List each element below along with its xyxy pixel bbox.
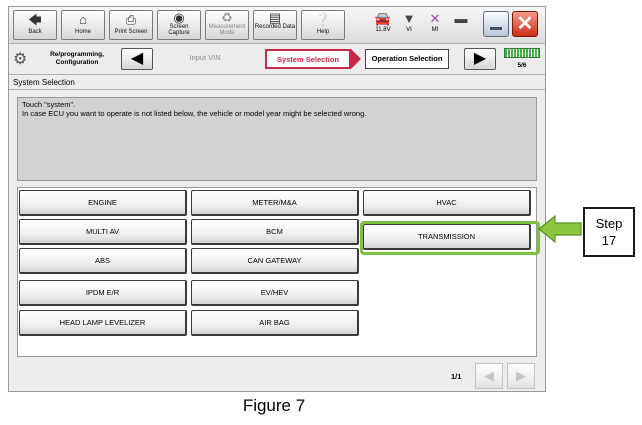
car-icon: 🚘 <box>374 11 392 26</box>
progress-bar <box>504 48 540 58</box>
recorded-data-icon: ▤ <box>268 10 282 25</box>
pager: 1/1 ◀ ▶ <box>445 363 545 391</box>
measurement-mode-button[interactable]: ♻ Measurement Mode <box>205 10 249 40</box>
divider <box>9 89 545 90</box>
breadcrumb: ⚙ Re/programming, Configuration ◀ Input … <box>9 44 545 75</box>
system-button-can-gateway[interactable]: CAN GATEWAY <box>191 248 359 274</box>
crumb-arrow <box>351 49 361 69</box>
recorded-data-label: Recorded Data <box>254 24 296 30</box>
screen-capture-button[interactable]: ◉ Screen Capture <box>157 10 201 40</box>
vi-status: ▼ VI <box>397 11 421 33</box>
system-button-ev-hev[interactable]: EV/HEV <box>191 280 359 306</box>
figure-caption: Figure 7 <box>242 396 306 415</box>
mi-status: ✕ MI <box>423 11 447 33</box>
print-screen-label: Print Screen <box>114 29 148 35</box>
system-button-bcm[interactable]: BCM <box>191 219 359 245</box>
mi-text: MI <box>431 27 439 33</box>
recorded-data-button[interactable]: ▤ Recorded Data <box>253 10 297 40</box>
page-count: 1/1 <box>451 372 462 381</box>
reprogramming-configuration-item[interactable]: ⚙ Re/programming, Configuration <box>11 47 117 71</box>
instruction-panel: Touch "system". In case ECU you want to … <box>17 97 537 181</box>
screen-title: System Selection <box>13 78 75 87</box>
crumb-operation-selection: Operation Selection <box>365 49 449 69</box>
system-button-abs[interactable]: ABS <box>19 248 187 274</box>
mi-disconnected-icon: ✕ <box>429 11 441 26</box>
next-step-button[interactable]: ▶ <box>464 48 496 70</box>
system-button-air-bag[interactable]: AIR BAG <box>191 310 359 336</box>
back-arrow-icon: 🡄 <box>28 12 42 27</box>
system-button-multi-av[interactable]: MULTI AV <box>19 219 187 245</box>
system-button-head-lamp-levelizer[interactable]: HEAD LAMP LEVELIZER <box>19 310 187 336</box>
help-label: Help <box>316 29 330 35</box>
help-button[interactable]: ❔ Help <box>301 10 345 40</box>
step-page-text: 5/6 <box>517 62 527 69</box>
print-screen-button[interactable]: ⎙ Print Screen <box>109 10 153 40</box>
voltage-text: 11.8V <box>375 27 391 33</box>
vi-text: VI <box>406 27 412 33</box>
toolbar: 🡄 Back ⌂ Home ⎙ Print Screen ◉ Screen Ca… <box>9 7 545 44</box>
measurement-icon: ♻ <box>221 10 233 25</box>
prev-page-button[interactable]: ◀ <box>475 363 503 389</box>
step-label: Step <box>595 216 623 231</box>
close-button[interactable]: ✕ <box>512 11 538 37</box>
crumb-input-vin: Input VIN <box>189 53 221 62</box>
next-page-button[interactable]: ▶ <box>507 363 535 389</box>
system-button-engine[interactable]: ENGINE <box>19 190 187 216</box>
back-step-button[interactable]: ◀ <box>121 48 153 70</box>
system-button-hvac[interactable]: HVAC <box>363 190 531 216</box>
triangle-right-icon: ▶ <box>473 50 487 67</box>
battery-voltage-status: 🚘 11.8V <box>371 11 395 33</box>
system-button-ipdm[interactable]: IPDM E/R <box>19 280 187 306</box>
camera-icon: ◉ <box>173 10 185 25</box>
measurement-mode-label: Measurement Mode <box>208 24 246 36</box>
instruction-line-1: Touch "system". <box>22 100 76 109</box>
battery-status: ▬ <box>449 11 473 27</box>
consult-app-window: 🡄 Back ⌂ Home ⎙ Print Screen ◉ Screen Ca… <box>8 6 546 392</box>
help-icon: ❔ <box>314 12 332 27</box>
back-label: Back <box>28 29 42 35</box>
home-icon: ⌂ <box>79 12 87 27</box>
triangle-left-icon: ◀ <box>130 50 144 67</box>
close-icon: ✕ <box>516 13 534 35</box>
triangle-left-icon: ◀ <box>484 368 494 383</box>
minimize-button[interactable] <box>483 11 509 37</box>
home-button[interactable]: ⌂ Home <box>61 10 105 40</box>
system-button-meter[interactable]: METER/M&A <box>191 190 359 216</box>
home-label: Home <box>74 29 91 35</box>
crumb-system-selection: System Selection <box>265 49 351 69</box>
triangle-right-icon: ▶ <box>516 368 526 383</box>
callout-arrow-icon <box>538 214 582 244</box>
printer-icon: ⎙ <box>125 12 137 27</box>
step-number: 17 <box>601 233 617 248</box>
wrench-gear-icon: ⚙ <box>13 51 28 68</box>
reprogramming-label: Re/programming, Configuration <box>50 51 104 66</box>
instruction-line-2: In case ECU you want to operate is not l… <box>22 109 367 118</box>
back-button[interactable]: 🡄 Back <box>13 10 57 40</box>
screen-capture-label: Screen Capture <box>168 24 190 36</box>
transmission-highlight <box>360 221 540 255</box>
step-callout: Step 17 <box>583 207 635 257</box>
vi-signal-icon: ▼ <box>402 11 416 26</box>
battery-icon: ▬ <box>454 11 468 26</box>
step-indicator: 5/6 <box>501 48 543 69</box>
